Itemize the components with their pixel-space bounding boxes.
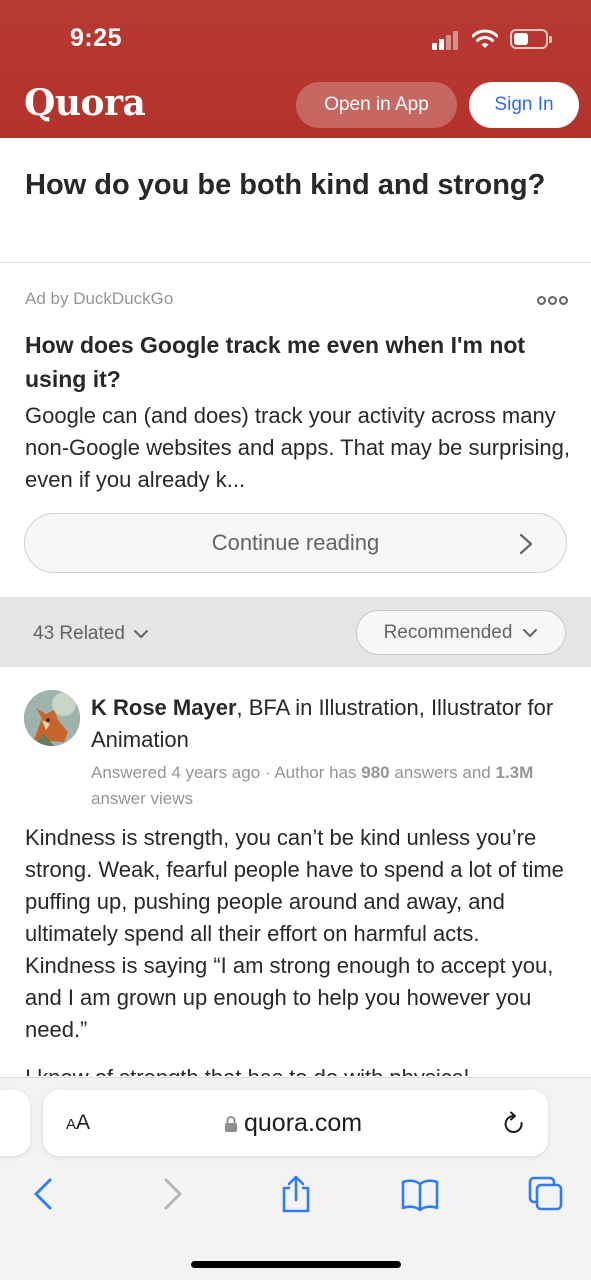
bookmarks-icon[interactable] <box>400 1174 440 1214</box>
tabs-icon[interactable] <box>526 1174 566 1214</box>
fox-illustration <box>24 690 80 746</box>
chevron-right-icon <box>519 533 533 555</box>
chevron-down-icon <box>133 630 148 638</box>
answers-count: 980 <box>361 763 390 782</box>
cellular-signal-icon <box>432 30 462 50</box>
battery-icon <box>510 29 552 49</box>
previous-tab-pill[interactable] <box>0 1090 30 1156</box>
sort-label: Recommended <box>383 621 513 643</box>
open-in-app-button[interactable]: Open in App <box>296 82 457 128</box>
continue-reading-label: Continue reading <box>211 530 380 555</box>
reader-aa-button[interactable]: AA <box>66 1111 90 1135</box>
sign-in-button[interactable]: Sign In <box>469 82 579 128</box>
home-indicator[interactable] <box>191 1261 401 1268</box>
quora-logo[interactable]: Quora <box>24 82 146 124</box>
author-name[interactable]: K Rose Mayer <box>91 695 237 720</box>
lock-icon <box>225 1115 237 1132</box>
url-text: quora.com <box>244 1109 363 1137</box>
answer-meta: Answered 4 years ago · Author has 980 an… <box>91 760 561 812</box>
avatar[interactable] <box>24 690 80 746</box>
meta-suffix: answer views <box>91 789 194 808</box>
ad-label: Ad by DuckDuckGo <box>25 289 174 308</box>
continue-reading-button[interactable]: Continue reading <box>24 513 567 573</box>
author-line: K Rose Mayer, BFA in Illustration, Illus… <box>91 692 561 756</box>
meta-prefix: Answered 4 years ago · Author has <box>91 763 362 782</box>
views-count: 1.3M <box>495 763 534 782</box>
related-label: 43 Related <box>33 623 125 644</box>
related-dropdown[interactable]: 43 Related <box>33 623 149 645</box>
answer-text: Kindness is strength, you can’t be kind … <box>25 825 564 1042</box>
url-display[interactable]: quora.com <box>224 1109 362 1138</box>
more-options-icon[interactable] <box>537 296 569 306</box>
sort-dropdown[interactable]: Recommended <box>356 610 566 655</box>
answer-text-continued: I know of strength that has to do with p… <box>25 1062 575 1076</box>
ad-body: Google can (and does) track your activit… <box>25 403 571 492</box>
ad-title[interactable]: How does Google track me even when I'm n… <box>25 328 570 396</box>
reload-icon[interactable] <box>502 1111 526 1137</box>
share-icon[interactable] <box>276 1174 316 1214</box>
meta-middle: answers and <box>389 763 496 782</box>
forward-icon[interactable] <box>152 1174 192 1214</box>
divider <box>0 262 591 263</box>
wifi-icon <box>472 29 498 48</box>
chevron-down-icon <box>523 628 538 637</box>
back-icon[interactable] <box>24 1174 64 1214</box>
question-title: How do you be both kind and strong? <box>25 169 546 201</box>
status-time: 9:25 <box>70 24 123 52</box>
